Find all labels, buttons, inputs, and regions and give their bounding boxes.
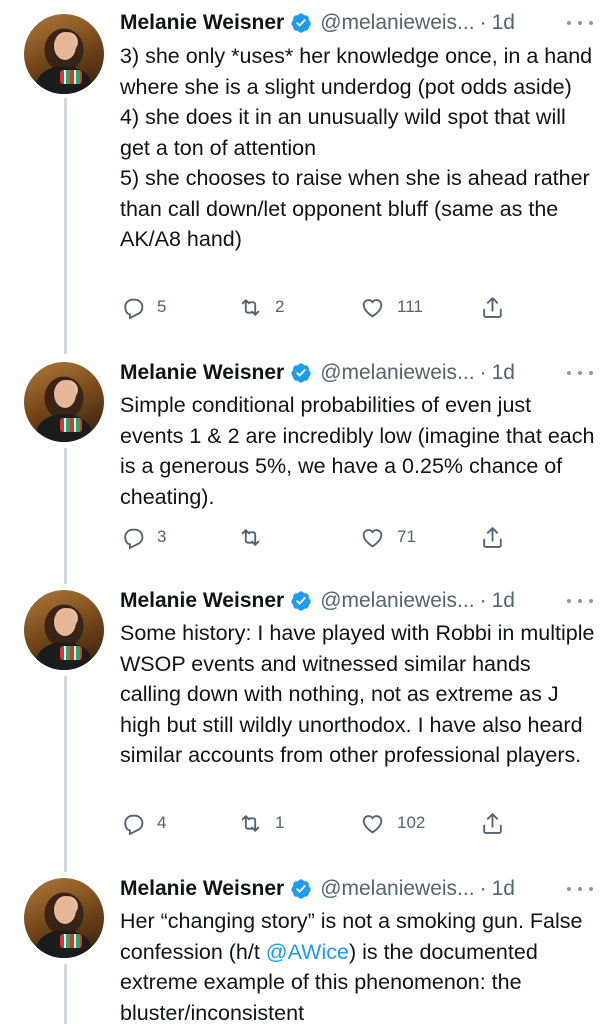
retweet-icon bbox=[241, 814, 260, 832]
verified-badge-icon bbox=[291, 363, 311, 383]
avatar[interactable] bbox=[24, 590, 104, 670]
timestamp[interactable]: 1d bbox=[492, 11, 515, 35]
tweet-text: Simple conditional probabilities of even… bbox=[120, 393, 595, 509]
tweet-actions: 4 1 102 bbox=[120, 808, 520, 838]
avatar[interactable] bbox=[24, 362, 104, 442]
share-button[interactable] bbox=[480, 808, 505, 838]
reply-icon bbox=[124, 528, 144, 549]
author-handle[interactable]: @melanieweis... bbox=[320, 877, 474, 901]
avatar[interactable] bbox=[24, 14, 104, 94]
tweet-actions: 5 2 111 bbox=[120, 292, 520, 322]
reply-button[interactable]: 3 bbox=[120, 522, 166, 552]
reply-button[interactable]: 4 bbox=[120, 808, 166, 838]
author-handle[interactable]: @melanieweis... bbox=[320, 11, 474, 35]
avatar[interactable] bbox=[24, 878, 104, 958]
author-name[interactable]: Melanie Weisner bbox=[120, 361, 284, 385]
share-button[interactable] bbox=[480, 522, 505, 552]
heart-icon bbox=[362, 298, 383, 317]
share-button[interactable] bbox=[480, 292, 505, 322]
author-handle[interactable]: @melanieweis... bbox=[320, 361, 474, 385]
more-options-icon[interactable] bbox=[567, 874, 593, 904]
more-options-icon[interactable] bbox=[567, 358, 593, 388]
verified-badge-icon bbox=[291, 879, 311, 899]
retweet-icon bbox=[241, 298, 260, 316]
reply-count: 5 bbox=[157, 297, 167, 316]
reply-count: 4 bbox=[157, 813, 167, 832]
author-name[interactable]: Melanie Weisner bbox=[120, 877, 284, 901]
tweet-header: Melanie Weisner @melanieweis... · 1d bbox=[120, 874, 611, 904]
share-icon bbox=[483, 812, 502, 834]
reply-count: 3 bbox=[157, 527, 167, 546]
retweet-icon bbox=[241, 528, 260, 546]
like-button[interactable]: 111 bbox=[360, 292, 423, 322]
separator-dot: · bbox=[479, 877, 487, 900]
separator-dot: · bbox=[479, 11, 487, 34]
author-handle[interactable]: @melanieweis... bbox=[320, 589, 474, 613]
tweet[interactable]: Melanie Weisner @melanieweis... · 1d 3) … bbox=[0, 0, 611, 340]
verified-badge-icon bbox=[291, 591, 311, 611]
retweet-button[interactable] bbox=[238, 522, 275, 552]
retweet-count: 1 bbox=[275, 813, 285, 832]
tweet-text: Her “changing story” is not a smoking gu… bbox=[120, 906, 597, 1024]
reply-icon bbox=[124, 298, 144, 319]
retweet-button[interactable]: 2 bbox=[238, 292, 284, 322]
separator-dot: · bbox=[479, 361, 487, 384]
tweet-header: Melanie Weisner @melanieweis... · 1d bbox=[120, 8, 611, 38]
share-icon bbox=[483, 296, 502, 318]
timestamp[interactable]: 1d bbox=[492, 589, 515, 613]
tweet-actions: 3 71 bbox=[120, 522, 520, 552]
reply-button[interactable]: 5 bbox=[120, 292, 166, 322]
separator-dot: · bbox=[479, 589, 487, 612]
share-icon bbox=[483, 526, 502, 548]
author-name[interactable]: Melanie Weisner bbox=[120, 589, 284, 613]
tweet[interactable]: Melanie Weisner @melanieweis... · 1d Her… bbox=[0, 870, 611, 1024]
timestamp[interactable]: 1d bbox=[492, 361, 515, 385]
reply-icon bbox=[124, 814, 144, 835]
timestamp[interactable]: 1d bbox=[492, 877, 515, 901]
tweet-text: 3) she only *uses* her knowledge once, i… bbox=[120, 44, 593, 251]
retweet-count: 2 bbox=[275, 297, 285, 316]
heart-icon bbox=[362, 528, 383, 547]
more-options-icon[interactable] bbox=[567, 8, 593, 38]
like-button[interactable]: 102 bbox=[360, 808, 425, 838]
tweet[interactable]: Melanie Weisner @melanieweis... · 1d Som… bbox=[0, 582, 611, 866]
like-button[interactable]: 71 bbox=[360, 522, 416, 552]
like-count: 71 bbox=[397, 527, 416, 546]
tweet-header: Melanie Weisner @melanieweis... · 1d bbox=[120, 358, 611, 388]
tweet[interactable]: Melanie Weisner @melanieweis... · 1d Sim… bbox=[0, 354, 611, 576]
author-name[interactable]: Melanie Weisner bbox=[120, 11, 284, 35]
tweet-text: Some history: I have played with Robbi i… bbox=[120, 621, 595, 767]
verified-badge-icon bbox=[291, 13, 311, 33]
mention-link[interactable]: @AWice bbox=[266, 940, 349, 964]
tweet-header: Melanie Weisner @melanieweis... · 1d bbox=[120, 586, 611, 616]
like-count: 102 bbox=[397, 813, 426, 832]
like-count: 111 bbox=[397, 297, 423, 316]
heart-icon bbox=[362, 814, 383, 833]
retweet-button[interactable]: 1 bbox=[238, 808, 284, 838]
more-options-icon[interactable] bbox=[567, 586, 593, 616]
